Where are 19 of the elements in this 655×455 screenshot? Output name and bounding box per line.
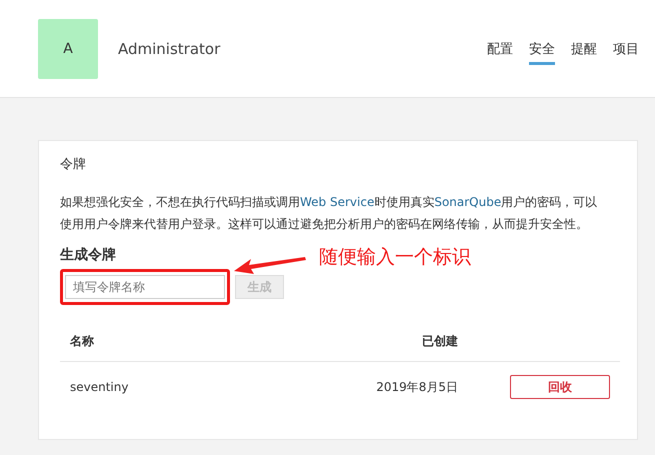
created-date: 2019年8月5日 bbox=[376, 380, 458, 394]
revoke-button[interactable]: 回收 bbox=[510, 375, 610, 399]
nav-tab[interactable]: 项目 bbox=[613, 36, 639, 64]
link[interactable]: SonarQube bbox=[434, 195, 502, 209]
token-name-field[interactable]: 填写令牌名称 bbox=[65, 275, 225, 299]
section-heading: 生成令牌 bbox=[60, 246, 116, 265]
column-header: 已创建 bbox=[307, 321, 459, 362]
user-name: Administrator bbox=[118, 40, 220, 58]
link[interactable]: Web Service bbox=[300, 195, 374, 209]
card-title: 令牌 bbox=[60, 156, 87, 174]
description-text: 如果想强化安全，不想在执行代码扫描或调用Web Service时使用真实SonarQube用户的密码，可以使用用户令牌来代替用户登录。这样可以通过避免把分析用户的密码在网络传输，从而提升安全性。 bbox=[60, 194, 598, 233]
nav-tab[interactable]: 安全 bbox=[529, 36, 555, 64]
token-name: seventiny bbox=[70, 380, 128, 394]
arrow-icon bbox=[233, 255, 307, 277]
nav-tab[interactable]: 提醒 bbox=[571, 36, 597, 64]
annotation-text: 随便输入一个标识 bbox=[319, 245, 471, 270]
column-header: 名称 bbox=[60, 321, 307, 362]
nav-tab[interactable]: 配置 bbox=[487, 36, 513, 64]
avatar: A bbox=[38, 18, 98, 78]
